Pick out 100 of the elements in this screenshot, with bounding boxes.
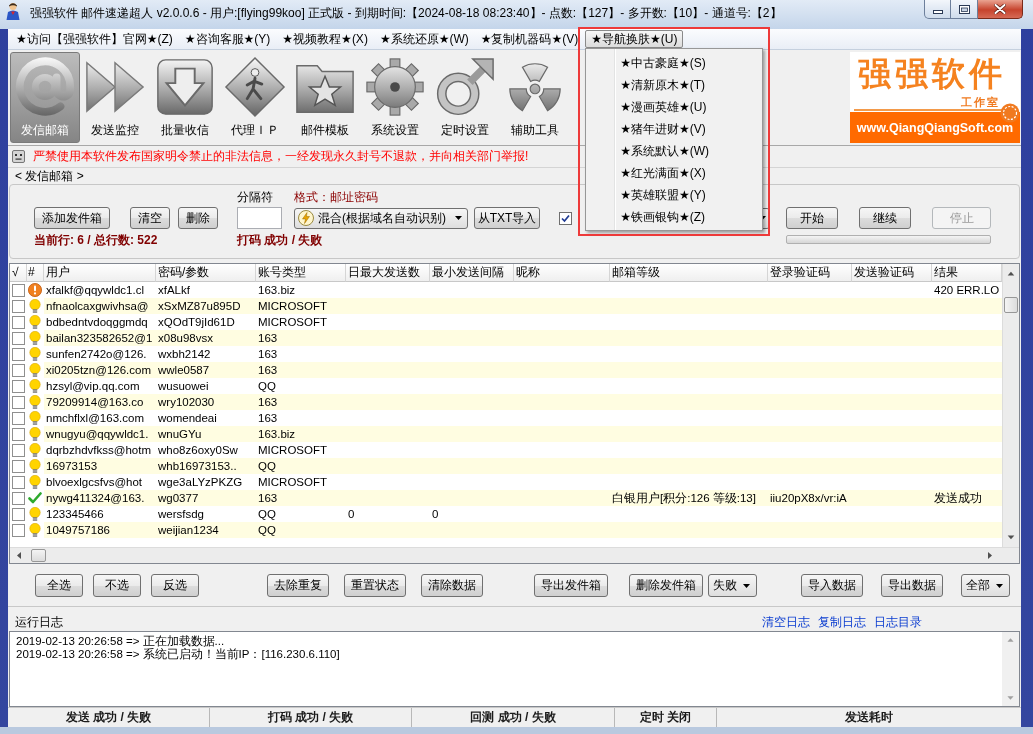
action-button[interactable]: 删除发件箱 (629, 574, 703, 597)
lightbulb-icon (28, 507, 42, 521)
scrollbar-thumb[interactable] (31, 549, 46, 562)
captcha-stats: 打码 成功 / 失败 (237, 232, 323, 249)
table-row[interactable]: 1049757186 weijian1234 QQ (44, 522, 1002, 538)
action-button[interactable]: 开始 (786, 207, 838, 229)
checkbox[interactable] (12, 379, 25, 393)
log-link[interactable]: 日志目录 (874, 615, 922, 629)
menu-item[interactable]: ★视频教程★(X) (276, 30, 374, 48)
menu-item[interactable]: ★漫画英雄★(U) (588, 96, 761, 118)
action-button[interactable]: 添加发件箱 (34, 207, 110, 229)
checkbox[interactable] (12, 331, 25, 345)
caret-icon (743, 583, 750, 588)
close-button[interactable] (978, 0, 1023, 19)
mode-select[interactable]: 混合(根据域名自动识别) (294, 207, 468, 229)
column-header[interactable]: √ (10, 264, 27, 282)
filter-select[interactable]: 失败 (708, 574, 757, 597)
toolbar-button[interactable]: 代理ＩＰ (220, 52, 290, 143)
menu-item[interactable]: ★导航换肤★(U) (585, 30, 684, 48)
action-button[interactable]: 导出数据 (881, 574, 943, 597)
checkbox[interactable] (12, 443, 25, 457)
format-label: 格式：邮址密码 (294, 188, 378, 206)
checkbox[interactable] (12, 459, 25, 473)
minimize-button[interactable] (924, 0, 951, 19)
toolbar-button[interactable]: 辅助工具 (500, 52, 570, 143)
action-button[interactable]: 清除数据 (421, 574, 483, 597)
log-line: 2019-02-13 20:26:58 => 系统已启动！当前IP：[116.230.6.110] (16, 648, 340, 661)
action-button[interactable]: 反选 (151, 574, 199, 597)
checkbox[interactable] (12, 283, 25, 297)
action-button[interactable]: 全选 (35, 574, 83, 597)
separator-field[interactable] (237, 207, 282, 229)
checkbox[interactable] (12, 491, 25, 505)
menu-item[interactable]: ★铁画银钩★(Z) (588, 206, 761, 228)
action-button[interactable]: 继续 (859, 207, 911, 229)
toolbar-button[interactable]: 批量收信 (150, 52, 220, 143)
table-row[interactable]: 16973153 whb16973153.. QQ (44, 458, 1002, 474)
column-header[interactable]: # (27, 264, 44, 282)
table-cell: wwle0587 (158, 364, 210, 376)
menu-item[interactable]: ★访问【强强软件】官网★(Z) (10, 30, 179, 48)
action-button[interactable]: 不选 (93, 574, 141, 597)
menu-item[interactable]: ★咨询客服★(Y) (178, 30, 277, 48)
menu-item[interactable]: ★复制机器码★(V) (474, 30, 585, 48)
checkbox[interactable] (12, 363, 25, 377)
table-cell: QQ (258, 460, 276, 472)
action-button[interactable]: 清空 (130, 207, 170, 229)
menu-item[interactable]: ★系统默认★(W) (588, 140, 761, 162)
menu-item[interactable]: ★猪年进财★(V) (588, 118, 761, 140)
table-cell: wge3aLYzPKZG (158, 476, 243, 488)
check-icon (28, 491, 42, 505)
checkbox[interactable] (12, 299, 25, 313)
action-button[interactable]: 导出发件箱 (534, 574, 608, 597)
checkbox[interactable] (12, 475, 25, 489)
lightbulb-icon (28, 315, 42, 329)
action-button[interactable]: 导入数据 (801, 574, 863, 597)
scrollbar-thumb[interactable] (1004, 297, 1018, 313)
action-button[interactable]: 去除重复 (267, 574, 329, 597)
table-cell: 0 (348, 508, 355, 520)
row-counter: 当前行: 6 / 总行数: 522 (34, 232, 158, 249)
table-cell: MICROSOFT (258, 300, 327, 312)
table-row[interactable]: 79209914@163.co wry102030 163 (44, 394, 1002, 410)
checkbox[interactable] (12, 315, 25, 329)
checkbox[interactable] (559, 211, 572, 225)
minimize-icon (932, 9, 943, 14)
status-section: 发送耗时 (717, 708, 1021, 727)
checkbox[interactable] (12, 523, 25, 537)
import-button[interactable]: 从TXT导入 (474, 207, 540, 229)
table-cell: MICROSOFT (258, 444, 327, 456)
log-link[interactable]: 清空日志 (762, 615, 810, 629)
checkbox[interactable] (12, 347, 25, 361)
menu-item[interactable]: ★清新原木★(T) (588, 74, 761, 96)
checkbox[interactable] (12, 411, 25, 425)
action-button[interactable]: 重置状态 (344, 574, 406, 597)
table-cell: wxbh2142 (158, 348, 211, 360)
table-row[interactable]: bailan323582652@1 x08u98vsx 163 (44, 330, 1002, 346)
checkbox[interactable] (12, 507, 25, 521)
table-cell: wersfsdg (158, 508, 205, 520)
filter-select[interactable]: 全部 (961, 574, 1010, 597)
table-cell: xfALkf (158, 284, 190, 296)
log-link[interactable]: 复制日志 (818, 615, 866, 629)
toolbar-button[interactable]: 邮件模板 (290, 52, 360, 143)
menu-item[interactable]: ★系统还原★(W) (373, 30, 475, 48)
logo-title: 强强软件 (857, 54, 1007, 94)
table-cell: 1049757186 (46, 524, 110, 536)
table-cell: wry102030 (158, 396, 215, 408)
menu-item[interactable]: ★红光满面★(X) (588, 162, 761, 184)
table-cell: dqrbzhdvfkss@hotm (46, 444, 151, 456)
table-row[interactable]: nfnaolcaxgwivhsa@ xSxMZ87u895D MICROSOFT (44, 298, 1002, 314)
menu-item[interactable]: ★英雄联盟★(Y) (588, 184, 761, 206)
toolbar-button[interactable]: 发送监控 (80, 52, 150, 143)
table-row[interactable]: wnugyu@qqywldc1. wnuGYu 163.biz (44, 426, 1002, 442)
maximize-button[interactable] (951, 0, 978, 19)
toolbar-button[interactable]: 定时设置 (430, 52, 500, 143)
checkbox[interactable] (12, 427, 25, 441)
checkbox[interactable] (12, 395, 25, 409)
table-row[interactable]: nywg411324@163. wg0377 163 白银用户[积分:126 等级:13] iiu20pX8x/vr:iA 发送成功 (44, 490, 1002, 506)
action-button[interactable]: 删除 (178, 207, 218, 229)
toolbar-button[interactable]: 系统设置 (360, 52, 430, 143)
table-cell: 163 (258, 412, 278, 424)
menu-item[interactable]: ★中古豪庭★(S) (588, 52, 761, 74)
table-row[interactable]: xi0205tzn@126.com wwle0587 163 (44, 362, 1002, 378)
